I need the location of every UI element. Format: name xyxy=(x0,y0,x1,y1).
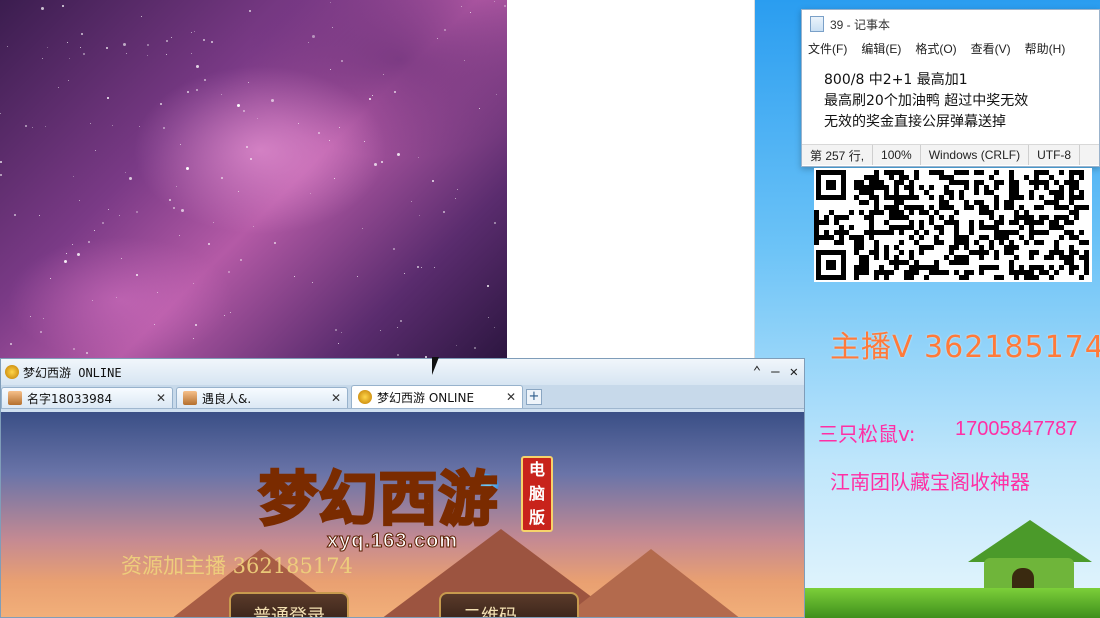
blank-window-area xyxy=(507,0,755,360)
tab-label: 梦幻西游 ONLINE xyxy=(377,390,475,405)
close-icon[interactable]: ✕ xyxy=(790,364,798,380)
text-line: 无效的奖金直接公屏弹幕送掉 xyxy=(824,114,1006,130)
tab-label: 遇良人&. xyxy=(202,391,252,406)
qr-login-button[interactable]: 二维码 xyxy=(439,592,579,617)
stream-overlay-text: 资源加主播 362185174 xyxy=(121,554,353,578)
tab-bar: 名字18033984 ✕ 遇良人&. ✕ 梦幻西游 ONLINE ✕ + xyxy=(1,385,804,409)
mouse-cursor-icon xyxy=(432,357,439,375)
desktop-wallpaper xyxy=(0,0,507,360)
qr-code-image xyxy=(814,168,1092,282)
menu-format[interactable]: 格式(O) xyxy=(915,40,956,57)
status-zoom: 100% xyxy=(873,145,921,165)
game-window-title: 梦幻西游 ONLINE xyxy=(23,365,122,380)
team-promo-text: 江南团队藏宝阁收神器 xyxy=(830,470,1030,494)
tab-account-1[interactable]: 名字18033984 ✕ xyxy=(1,387,173,408)
status-position: 第 257 行, xyxy=(802,145,874,165)
tab-account-2[interactable]: 遇良人&. ✕ xyxy=(176,387,348,408)
new-tab-button[interactable]: + xyxy=(526,389,542,405)
minimize-icon[interactable]: – xyxy=(771,364,779,380)
notepad-title: 39 - 记事本 xyxy=(830,17,891,32)
tab-label: 名字18033984 xyxy=(27,391,113,406)
text-line: 最高刷20个加油鸭 超过中奖无效 xyxy=(824,93,1029,109)
notepad-icon xyxy=(810,16,824,32)
game-logo: 梦幻西游 xyxy=(257,464,500,535)
normal-login-button[interactable]: 普通登录 xyxy=(229,592,349,617)
notepad-text-area[interactable]: 800/8 中2+1 最高加1 最高刷20个加油鸭 超过中奖无效 无效的奖金直接… xyxy=(802,58,1099,144)
grass-decoration xyxy=(805,588,1100,618)
menu-help[interactable]: 帮助(H) xyxy=(1025,40,1066,57)
squirrel-label: 三只松鼠v: xyxy=(818,422,916,446)
game-client-window[interactable]: 梦幻西游 ONLINE ⌃ – ✕ 名字18033984 ✕ 遇良人&. ✕ 梦… xyxy=(0,358,805,618)
menu-view[interactable]: 查看(V) xyxy=(971,40,1011,57)
tab-close-icon[interactable]: ✕ xyxy=(156,391,166,405)
collapse-icon[interactable]: ⌃ xyxy=(753,364,761,380)
game-window-titlebar[interactable]: 梦幻西游 ONLINE ⌃ – ✕ xyxy=(1,359,804,385)
notepad-menubar: 文件(F) 编辑(E) 格式(O) 查看(V) 帮助(H) xyxy=(802,38,1099,58)
text-line: 800/8 中2+1 最高加1 xyxy=(824,72,968,88)
notepad-titlebar[interactable]: 39 - 记事本 xyxy=(802,10,1099,38)
game-login-screen[interactable]: 梦幻西游 电脑版 xyq.163.com 资源加主播 362185174 普通登… xyxy=(1,412,804,617)
game-logo-icon xyxy=(358,390,372,404)
tab-close-icon[interactable]: ✕ xyxy=(331,391,341,405)
menu-file[interactable]: 文件(F) xyxy=(808,40,847,57)
tab-game-online[interactable]: 梦幻西游 ONLINE ✕ xyxy=(351,385,523,408)
avatar-icon xyxy=(183,391,197,405)
grass-house-decoration xyxy=(958,520,1098,592)
notepad-statusbar: 第 257 行, 100% Windows (CRLF) UTF-8 xyxy=(802,144,1099,165)
edition-badge: 电脑版 xyxy=(521,456,553,532)
anchor-contact-text: 主播V 362185174 xyxy=(830,330,1100,365)
tab-close-icon[interactable]: ✕ xyxy=(506,390,516,404)
squirrel-number: 17005847787 xyxy=(955,418,1078,440)
menu-edit[interactable]: 编辑(E) xyxy=(861,40,901,57)
avatar-icon xyxy=(8,391,22,405)
status-line-ending: Windows (CRLF) xyxy=(921,145,1030,165)
notepad-window[interactable]: 39 - 记事本 文件(F) 编辑(E) 格式(O) 查看(V) 帮助(H) 8… xyxy=(801,9,1100,167)
status-encoding: UTF-8 xyxy=(1029,145,1081,165)
game-logo-icon xyxy=(5,365,19,379)
